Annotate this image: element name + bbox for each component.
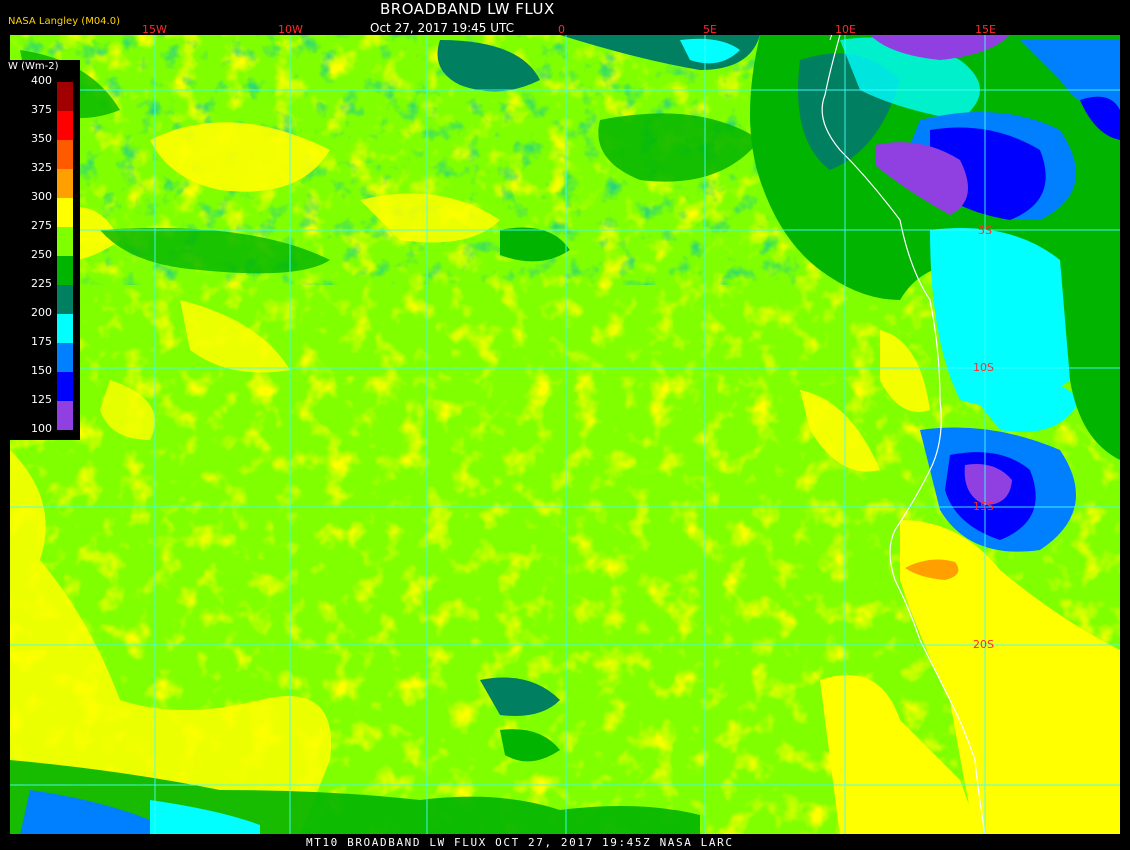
colorbar-swatch [57,111,73,140]
colorbar-swatch [57,314,73,343]
colorbar-swatch [57,401,73,430]
colorbar-swatch [57,285,73,314]
lat-label-10s: 10S [973,361,994,374]
colorbar-swatch [57,372,73,401]
lon-label-0: 0 [558,23,565,36]
lat-label-20s: 20S [973,638,994,651]
lw-flux-map [10,35,1120,835]
lon-label-15w: 15W [142,23,167,36]
colorbar-swatch [57,198,73,227]
colorbar-swatch [57,82,73,111]
colorbar-tick-label: 300 [31,190,52,203]
colorbar-swatch [57,140,73,169]
colorbar-tick-label: 150 [31,364,52,377]
lon-label-10w: 10W [278,23,303,36]
map-title: BROADBAND LW FLUX [380,0,555,18]
lat-label-5s: 5S [978,224,992,237]
colorbar-tick-label: 250 [31,248,52,261]
colorbar-swatch [57,169,73,198]
map-timestamp: Oct 27, 2017 19:45 UTC [370,21,514,35]
colorbar-swatch [57,227,73,256]
colorbar-tick-label: 100 [31,422,52,435]
colorbar-tick-label: 275 [31,219,52,232]
colorbar-tick-label: 225 [31,277,52,290]
colorbar-title: W (Wm-2) [8,61,59,72]
colorbar-tick-label: 350 [31,132,52,145]
organization-label: NASA Langley (M04.0) [8,16,120,27]
colorbar-tick-label: 200 [31,306,52,319]
colorbar-tick-label: 400 [31,74,52,87]
footer-text: MT10 BROADBAND LW FLUX OCT 27, 2017 19:4… [306,836,734,849]
colorbar-swatch [57,343,73,372]
lon-label-5e: 5E [703,23,717,36]
colorbar-swatch [57,256,73,285]
colorbar-tick-label: 125 [31,393,52,406]
colorbar-tick-label: 375 [31,103,52,116]
colorbar-tick-label: 325 [31,161,52,174]
lon-label-10e: 10E [835,23,856,36]
colorbar-tick-label: 175 [31,335,52,348]
lon-label-15e: 15E [975,23,996,36]
lat-label-15s: 15S [973,500,994,513]
